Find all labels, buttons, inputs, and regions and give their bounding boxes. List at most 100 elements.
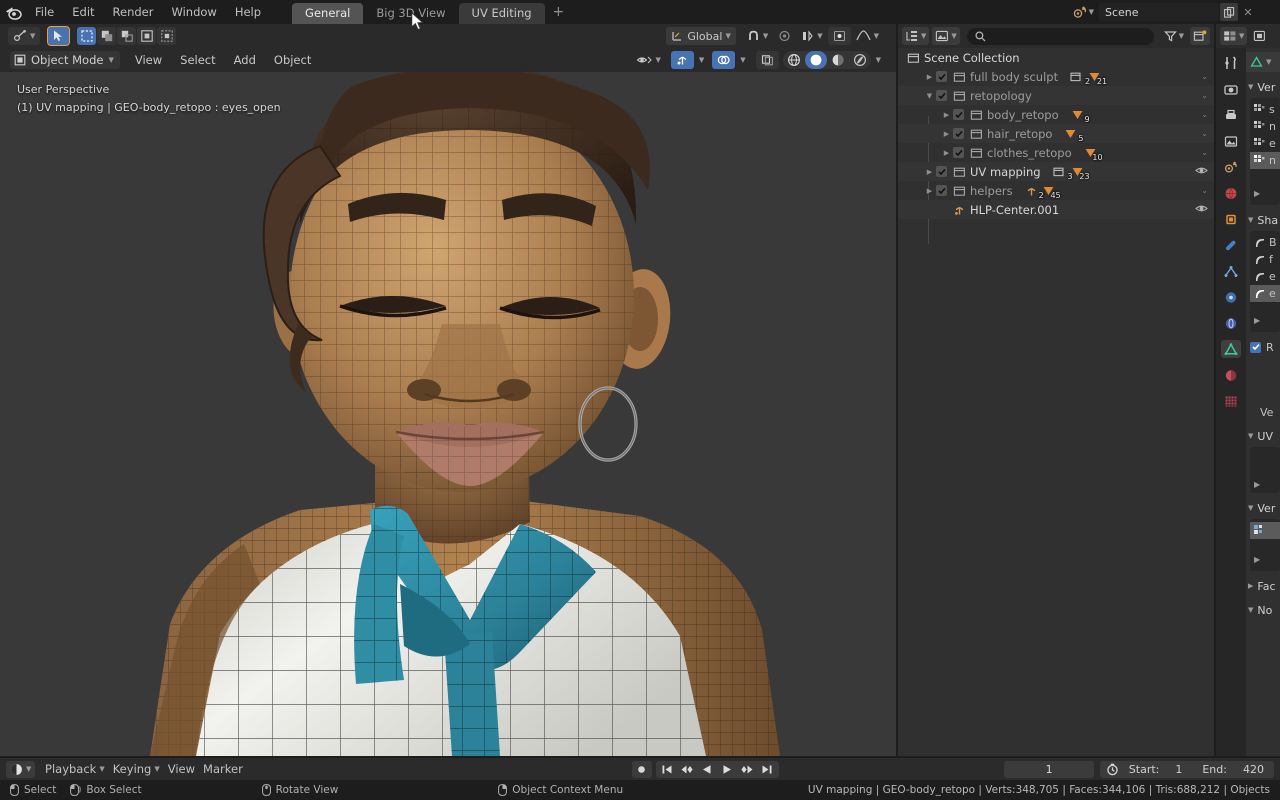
outliner-row-hlp-center-001[interactable]: HLP-Center.001 xyxy=(898,200,1214,219)
properties-tab-material[interactable] xyxy=(1221,366,1241,384)
menu-help[interactable]: Help xyxy=(226,3,270,21)
timeline-editor-type-button[interactable]: ▼ xyxy=(6,760,36,778)
row-checkbox[interactable] xyxy=(953,128,964,139)
properties-tab-modifier[interactable] xyxy=(1221,236,1241,254)
properties-tab-render[interactable] xyxy=(1221,80,1241,98)
chevron-down-icon[interactable]: ⌄ xyxy=(1201,91,1208,100)
shading-wireframe-button[interactable] xyxy=(783,51,805,69)
gizmo-toggle-button[interactable] xyxy=(670,51,694,69)
list-item[interactable]: s xyxy=(1250,101,1280,118)
pivot-point-button[interactable] xyxy=(827,27,851,45)
list-item[interactable]: e xyxy=(1250,285,1280,302)
outliner-new-collection-button[interactable] xyxy=(1190,27,1210,45)
menu-file[interactable]: File xyxy=(26,3,63,21)
play-reverse-button[interactable] xyxy=(698,761,717,778)
tool-select-invert-button[interactable] xyxy=(157,27,177,45)
transform-orientation-button[interactable]: Global ▼ xyxy=(666,27,736,45)
row-checkbox[interactable] xyxy=(953,147,964,158)
panel-header-faces[interactable]: ▼ Fac xyxy=(1246,577,1280,595)
tool-select-lasso-button[interactable] xyxy=(117,27,137,45)
visibility-selectability-button[interactable]: ▼ xyxy=(631,51,665,69)
outliner-filter-button[interactable]: ▼ xyxy=(1161,27,1187,45)
snap-toggle-button[interactable]: ▼ xyxy=(742,27,773,45)
list-item[interactable]: B xyxy=(1250,234,1280,251)
list-item[interactable]: e xyxy=(1250,268,1280,285)
viewport-menu-view[interactable]: View xyxy=(126,51,171,69)
outliner-row-uv-mapping[interactable]: ▶ UV mapping 3 23 xyxy=(898,162,1214,181)
viewport-menu-add[interactable]: Add xyxy=(225,51,265,69)
visibility-eye-icon[interactable] xyxy=(1195,203,1208,217)
list-item[interactable]: f xyxy=(1250,251,1280,268)
properties-tab-constraints[interactable] xyxy=(1221,314,1241,332)
jump-to-next-keyframe-button[interactable] xyxy=(738,761,757,778)
properties-tab-physics[interactable] xyxy=(1221,288,1241,306)
use-preview-range-button[interactable] xyxy=(1100,763,1119,776)
shading-solid-button[interactable] xyxy=(804,51,827,69)
row-checkbox[interactable] xyxy=(936,71,947,82)
tool-select-circle-button[interactable] xyxy=(97,27,117,45)
chevron-down-icon[interactable]: ⌄ xyxy=(1201,72,1208,81)
list-item[interactable]: n xyxy=(1250,152,1280,169)
properties-tab-world[interactable] xyxy=(1221,184,1241,202)
chevron-down-icon[interactable]: ⌄ xyxy=(1201,129,1208,138)
vertex-colors-list[interactable]: ▶ xyxy=(1250,519,1280,571)
outliner-search-input[interactable] xyxy=(966,27,1154,45)
shading-rendered-button[interactable] xyxy=(849,51,871,69)
uv-maps-expand-row[interactable]: ▶ xyxy=(1250,476,1280,493)
disclosure-triangle-icon[interactable]: ▶ xyxy=(923,168,936,176)
chevron-down-icon[interactable]: ⌄ xyxy=(1201,110,1208,119)
properties-tab-tool[interactable] xyxy=(1221,54,1241,72)
outliner-row-full-body-sculpt[interactable]: ▶ full body sculpt 2 21 ⌄ xyxy=(898,67,1214,86)
start-frame-field[interactable]: Start: 1 xyxy=(1119,763,1193,776)
properties-tab-view-layer[interactable] xyxy=(1221,132,1241,150)
properties-breadcrumb[interactable]: ▼ xyxy=(1246,52,1280,72)
outliner-editor[interactable]: ▼ ▼ ▼ Scene Collection ▶ full body sculp… xyxy=(898,24,1214,756)
current-frame-field[interactable]: 1 xyxy=(1004,760,1095,778)
timeline-editor[interactable]: ▼ Playback ▼ Keying ▼ View Marker 1 Star… xyxy=(0,758,1280,780)
outliner-row-retopology[interactable]: ▼ retopology ⌄ xyxy=(898,86,1214,105)
properties-editor[interactable]: ▼ ▼ ▼ Ver s n e n ▶ ▼ Sha B f e e ▶ R Ve… xyxy=(1216,24,1280,756)
row-checkbox[interactable] xyxy=(936,185,947,196)
viewlayer-extra-button[interactable] xyxy=(1258,3,1276,21)
remove-scene-button[interactable]: ✕ xyxy=(1239,3,1257,21)
gizmo-dropdown[interactable]: ▼ xyxy=(694,51,709,69)
viewport-menu-object[interactable]: Object xyxy=(265,51,320,69)
disclosure-triangle-icon[interactable]: ▶ xyxy=(940,149,953,157)
disclosure-triangle-icon[interactable]: ▼ xyxy=(923,92,936,100)
workspace-tab-general[interactable]: General xyxy=(292,3,364,24)
menu-edit[interactable]: Edit xyxy=(63,3,103,21)
end-frame-field[interactable]: End: 420 xyxy=(1192,763,1274,776)
jump-to-end-button[interactable] xyxy=(758,761,777,778)
outliner-row-clothes-retopo[interactable]: ▶ clothes_retopo 10 ⌄ xyxy=(898,143,1214,162)
timeline-menu-marker[interactable]: Marker xyxy=(199,761,247,778)
list-item[interactable]: n xyxy=(1250,118,1280,135)
tool-select-tweak-button[interactable] xyxy=(137,27,157,45)
disclosure-triangle-icon[interactable]: ▶ xyxy=(940,111,953,119)
scene-browse-button[interactable]: ▼ xyxy=(1070,3,1097,21)
disclosure-triangle-icon[interactable]: ▶ xyxy=(923,73,936,81)
visibility-eye-icon[interactable] xyxy=(1195,165,1208,179)
properties-tab-scene[interactable] xyxy=(1221,158,1241,176)
vertex-groups-expand-row[interactable]: ▶ xyxy=(1250,185,1280,202)
jump-to-start-button[interactable] xyxy=(658,761,677,778)
panel-header-vertex-groups[interactable]: ▼ Ver xyxy=(1246,78,1280,96)
object-mode-dropdown[interactable]: Object Mode ▼ xyxy=(10,51,120,69)
falloff-curve-button[interactable]: ▼ xyxy=(851,27,884,45)
timeline-menu-playback[interactable]: Playback ▼ xyxy=(41,761,109,778)
outliner-filter-id-button[interactable]: ▼ xyxy=(932,27,960,45)
outliner-row-body-retopo[interactable]: ▶ body_retopo 9 ⌄ xyxy=(898,105,1214,124)
blender-logo-icon[interactable] xyxy=(0,0,26,24)
3d-viewport[interactable]: User Perspective (1) UV mapping | GEO-bo… xyxy=(0,24,896,756)
properties-tab-object[interactable] xyxy=(1221,210,1241,228)
auto-keying-button[interactable] xyxy=(631,760,653,778)
proportional-edit-button[interactable] xyxy=(773,27,796,45)
timeline-menu-keying[interactable]: Keying ▼ xyxy=(109,761,164,778)
shading-dropdown[interactable]: ▼ xyxy=(871,51,886,69)
vertex-colors-expand-row[interactable]: ▶ xyxy=(1250,551,1280,568)
disclosure-triangle-icon[interactable]: ▶ xyxy=(923,187,936,195)
shape-key-relative-checkbox[interactable]: R xyxy=(1246,338,1280,356)
editor-type-button[interactable]: ▼ xyxy=(8,27,41,45)
shading-material-preview-button[interactable] xyxy=(827,51,849,69)
panel-header-shape-keys[interactable]: ▼ Sha xyxy=(1246,211,1280,229)
overlays-toggle-button[interactable] xyxy=(712,51,736,69)
